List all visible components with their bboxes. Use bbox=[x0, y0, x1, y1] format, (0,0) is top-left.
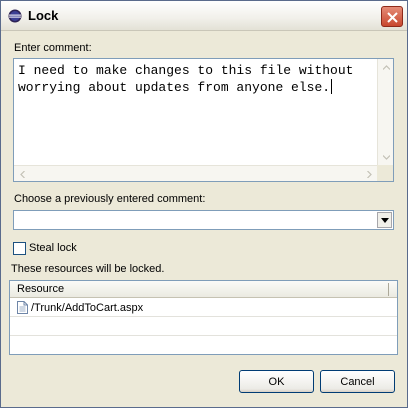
close-button[interactable] bbox=[381, 6, 403, 27]
scroll-up-icon[interactable] bbox=[378, 59, 394, 75]
title-bar[interactable]: Lock bbox=[1, 1, 407, 31]
scrollbar-corner bbox=[377, 165, 393, 181]
dialog-title: Lock bbox=[28, 8, 59, 23]
comment-label: Enter comment: bbox=[14, 42, 92, 54]
scroll-down-icon[interactable] bbox=[378, 149, 394, 165]
close-icon bbox=[387, 12, 398, 23]
eclipse-icon bbox=[8, 9, 22, 23]
column-divider[interactable] bbox=[388, 283, 389, 296]
steal-lock-checkbox[interactable] bbox=[13, 242, 26, 255]
column-header-resource[interactable]: Resource bbox=[17, 283, 64, 295]
table-header: Resource bbox=[10, 281, 397, 298]
previous-comment-combo[interactable] bbox=[13, 210, 394, 230]
horizontal-scrollbar[interactable] bbox=[14, 165, 377, 181]
text-caret bbox=[331, 79, 333, 94]
ok-button[interactable]: OK bbox=[239, 370, 314, 393]
resources-table: Resource /Trunk/AddToCart.aspx bbox=[9, 280, 398, 355]
comment-textarea[interactable]: I need to make changes to this file with… bbox=[13, 58, 394, 182]
scroll-right-icon[interactable] bbox=[361, 166, 377, 182]
file-icon bbox=[17, 301, 28, 317]
previous-comment-label: Choose a previously entered comment: bbox=[14, 193, 206, 205]
chevron-down-icon bbox=[380, 217, 389, 223]
scroll-left-icon[interactable] bbox=[14, 166, 30, 182]
vertical-scrollbar[interactable] bbox=[377, 59, 393, 165]
comment-text: I need to make changes to this file with… bbox=[18, 63, 362, 95]
resource-path: /Trunk/AddToCart.aspx bbox=[31, 302, 144, 314]
lock-dialog: Lock Enter comment: I need to make chang… bbox=[0, 0, 408, 408]
dropdown-button[interactable] bbox=[377, 212, 392, 228]
resources-label: These resources will be locked. bbox=[11, 263, 165, 275]
empty-table-row bbox=[10, 318, 397, 336]
cancel-button[interactable]: Cancel bbox=[320, 370, 395, 393]
steal-lock-label[interactable]: Steal lock bbox=[29, 242, 77, 254]
table-row[interactable]: /Trunk/AddToCart.aspx bbox=[10, 299, 397, 317]
